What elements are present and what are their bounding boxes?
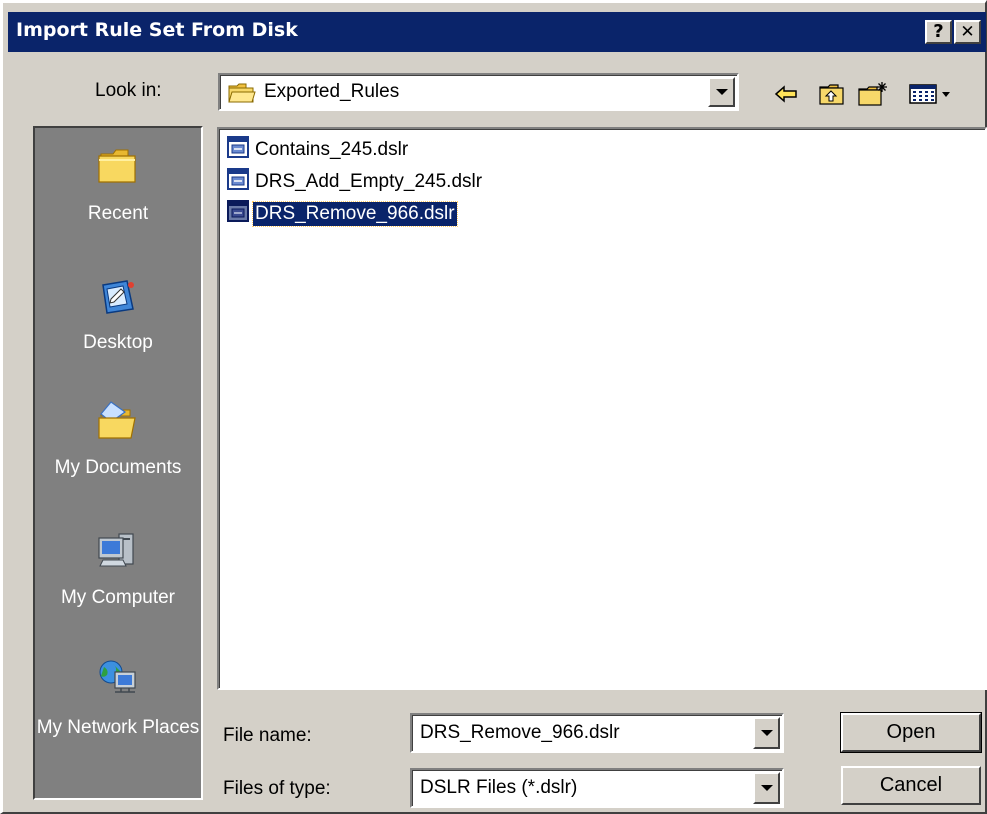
place-my-documents[interactable]: My Documents (35, 398, 201, 479)
create-new-folder-icon[interactable] (856, 79, 890, 109)
place-label: My Computer (60, 587, 176, 608)
filetype-value: DSLR Files (*.dslr) (420, 777, 578, 798)
dslr-file-icon (227, 168, 249, 196)
file-name: Contains_245.dslr (255, 139, 409, 160)
place-my-computer[interactable]: My Computer (35, 528, 201, 609)
dslr-file-icon (227, 136, 249, 164)
import-dialog: Import Rule Set From Disk ? ✕ Look in: E… (0, 0, 987, 814)
recent-folder-icon (35, 144, 201, 196)
places-bar: Recent Desktop My Documents My Computer … (33, 126, 203, 800)
filename-input[interactable]: DRS_Remove_966.dslr (410, 713, 784, 753)
filetype-label: Files of type: (223, 778, 331, 799)
close-button[interactable]: ✕ (954, 20, 981, 44)
lookin-dropdown-arrow[interactable] (708, 77, 735, 107)
open-button[interactable]: Open (840, 712, 982, 753)
desktop-icon (35, 273, 201, 325)
my-documents-icon (35, 398, 201, 450)
back-arrow-icon[interactable] (773, 79, 799, 109)
place-label: My Documents (54, 457, 182, 478)
place-label: Desktop (83, 332, 153, 353)
filetype-dropdown-arrow[interactable] (753, 772, 780, 804)
file-list[interactable]: Contains_245.dslr DRS_Add_Empty_245.dslr (217, 127, 987, 690)
filename-value: DRS_Remove_966.dslr (420, 722, 620, 743)
place-network[interactable]: My Network Places (35, 658, 201, 739)
filename-dropdown-arrow[interactable] (753, 717, 780, 749)
title-bar[interactable]: Import Rule Set From Disk ? ✕ (8, 12, 986, 52)
help-button[interactable]: ? (925, 20, 952, 44)
filetype-dropdown[interactable]: DSLR Files (*.dslr) (410, 768, 784, 808)
list-item[interactable]: DRS_Add_Empty_245.dslr (227, 167, 484, 197)
lookin-label: Look in: (95, 80, 162, 101)
lookin-value: Exported_Rules (264, 81, 400, 102)
place-desktop[interactable]: Desktop (35, 273, 201, 354)
place-recent[interactable]: Recent (35, 144, 201, 225)
file-name: DRS_Add_Empty_245.dslr (255, 171, 483, 192)
filename-label: File name: (223, 725, 312, 746)
place-label: My Network Places (36, 717, 200, 738)
window-title: Import Rule Set From Disk (16, 19, 298, 41)
dslr-file-icon (227, 200, 249, 228)
lookin-dropdown[interactable]: Exported_Rules (218, 73, 739, 111)
list-item-selected[interactable]: DRS_Remove_966.dslr (227, 199, 458, 229)
my-computer-icon (35, 528, 201, 580)
place-label: Recent (87, 203, 149, 224)
network-places-icon (35, 658, 201, 710)
folder-open-icon (228, 82, 256, 109)
cancel-button[interactable]: Cancel (841, 766, 981, 805)
file-name: DRS_Remove_966.dslr (252, 201, 458, 227)
up-one-level-icon[interactable] (818, 79, 846, 109)
view-menu-icon[interactable] (908, 79, 958, 109)
list-item[interactable]: Contains_245.dslr (227, 135, 410, 165)
